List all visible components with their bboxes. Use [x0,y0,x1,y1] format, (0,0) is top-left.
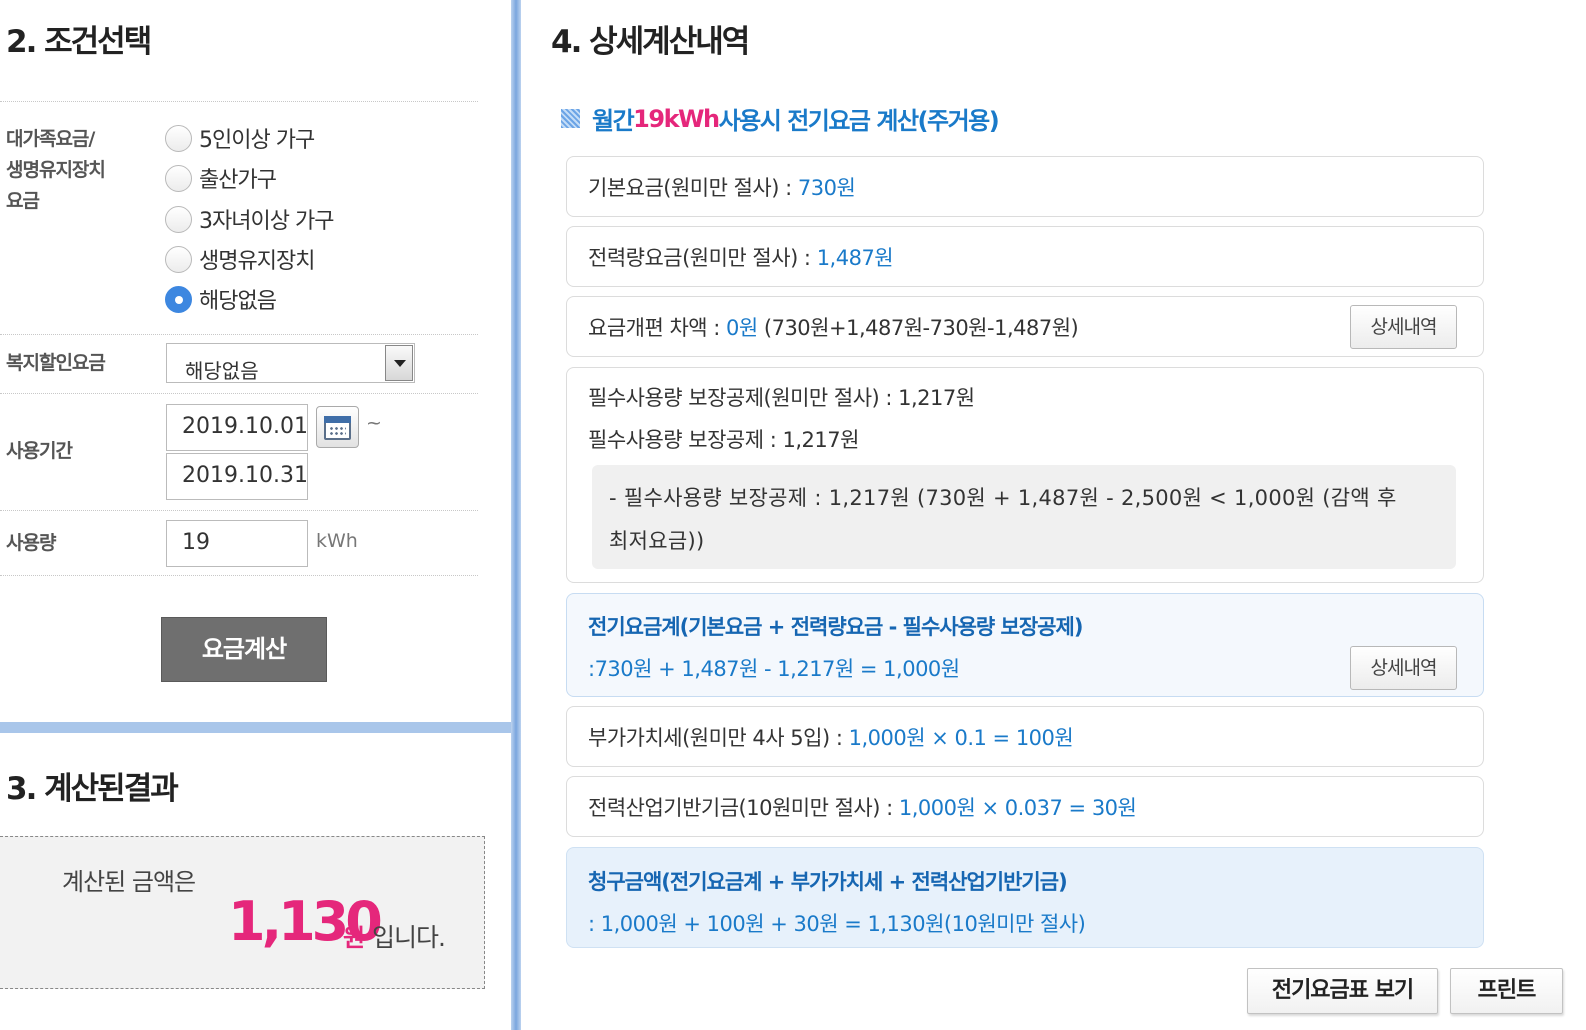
radio-option-5plus[interactable]: 5인이상 가구 [165,121,315,155]
usage-input[interactable]: 19 [166,520,308,567]
vat-value: 1,000원 × 0.1 = 100원 [848,726,1074,750]
guarantee-line2: 필수사용량 보장공제 : 1,217원 [588,428,859,452]
base-fee-text: 기본요금(원미만 절사) : 730원 [588,172,856,202]
total-line1: 전기요금계(기본요금 + 전력량요금 - 필수사용량 보장공제) [588,615,1083,639]
print-button[interactable]: 프린트 [1450,968,1563,1014]
bill-line2: : 1,000원 + 100원 + 30원 = 1,130원(10원미만 절사) [588,912,1086,936]
section-divider-bar [0,722,517,733]
divider [0,101,478,102]
left-panel: 2. 조건선택 대가족요금/ 생명유지장치 요금 5인이상 가구 출산가구 3자… [0,0,517,1030]
guarantee-detail-line2: 최저요금)) [609,529,705,553]
period-separator: ~ [366,412,382,434]
calendar-icon[interactable] [316,406,359,448]
radio-button[interactable] [165,245,192,273]
total-detail-button[interactable]: 상세내역 [1350,646,1457,690]
radio-option-life-support[interactable]: 생명유지장치 [165,242,315,276]
detail-subtitle: 월간 19kWh 사용시 전기요금 계산(주거용) [561,101,1000,136]
card-guarantee: 필수사용량 보장공제(원미만 절사) : 1,217원 필수사용량 보장공제 :… [566,367,1484,583]
radio-button[interactable] [165,164,192,192]
divider [0,393,478,394]
radio-label: 해당없음 [199,289,277,314]
guarantee-detail-box: - 필수사용량 보장공제 : 1,217원 (730원 + 1,487원 - 2… [592,465,1456,569]
period-end-input[interactable]: 2019.10.31 [166,453,308,500]
card-bill: 청구금액(전기요금계 + 부가가치세 + 전력산업기반기금) : 1,000원 … [566,847,1484,948]
radio-option-3children[interactable]: 3자녀이상 가구 [165,202,334,236]
family-label-line3: 요금 [6,190,40,212]
radio-label: 출산가구 [199,168,277,193]
usage-unit: kWh [316,530,358,552]
guarantee-line1: 필수사용량 보장공제(원미만 절사) : 1,217원 [588,386,975,410]
section-title-result: 3. 계산된결과 [6,771,179,807]
result-unit: 원 [343,924,366,952]
card-total: 전기요금계(기본요금 + 전력량요금 - 필수사용량 보장공제) :730원 +… [566,593,1484,697]
fund-text: 전력산업기반기금(10원미만 절사) : 1,000원 × 0.037 = 30… [588,792,1137,822]
energy-fee-text: 전력량요금(원미만 절사) : 1,487원 [588,242,894,272]
rate-table-button[interactable]: 전기요금표 보기 [1247,968,1438,1014]
reform-detail-button[interactable]: 상세내역 [1350,305,1457,349]
card-energy-fee: 전력량요금(원미만 절사) : 1,487원 [566,226,1484,287]
vat-text: 부가가치세(원미만 4사 5입) : 1,000원 × 0.1 = 100원 [588,722,1074,752]
radio-label: 생명유지장치 [199,249,315,274]
card-base-fee: 기본요금(원미만 절사) : 730원 [566,156,1484,217]
card-reform-diff: 요금개편 차액 : 0원 (730원+1,487원-730원-1,487원) 상… [566,296,1484,357]
base-fee-label: 기본요금(원미만 절사) : [588,176,798,200]
vat-label: 부가가치세(원미만 4사 5입) : [588,726,849,750]
radio-label: 3자녀이상 가구 [199,209,334,234]
total-line2: :730원 + 1,487원 - 1,217원 = 1,000원 [588,657,960,681]
radio-button[interactable] [165,124,192,152]
energy-fee-label: 전력량요금(원미만 절사) : [588,246,817,270]
radio-option-birth[interactable]: 출산가구 [165,161,277,195]
subtitle-post: 사용시 전기요금 계산(주거용) [718,107,1000,135]
vertical-divider-bar [511,0,521,1030]
usage-label: 사용량 [6,532,56,554]
reform-diff-formula: (730원+1,487원-730원-1,487원) [757,316,1079,340]
family-label-line1: 대가족요금/ [6,128,95,150]
radio-button-selected[interactable] [165,285,192,313]
period-label: 사용기간 [6,440,73,462]
radio-option-none[interactable]: 해당없음 [165,282,277,316]
card-vat: 부가가치세(원미만 4사 5입) : 1,000원 × 0.1 = 100원 [566,706,1484,767]
result-suffix: 입니다. [372,923,446,952]
energy-fee-value: 1,487원 [816,246,894,270]
fund-label: 전력산업기반기금(10원미만 절사) : [588,796,899,820]
welfare-select-value: 해당없음 [185,359,259,383]
divider [0,334,478,335]
welfare-select[interactable]: 해당없음 [166,343,415,383]
reform-diff-value: 0원 [726,316,758,340]
bullet-square-icon [561,109,580,128]
period-start-input[interactable]: 2019.10.01 [166,404,308,451]
subtitle-usage: 19kWh [633,104,720,133]
family-label-line2: 생명유지장치 [6,159,106,181]
radio-button[interactable] [165,205,192,233]
card-fund: 전력산업기반기금(10원미만 절사) : 1,000원 × 0.037 = 30… [566,776,1484,837]
radio-label: 5인이상 가구 [199,128,315,153]
bill-line1: 청구금액(전기요금계 + 부가가치세 + 전력산업기반기금) [588,870,1068,894]
reform-diff-text: 요금개편 차액 : 0원 (730원+1,487원-730원-1,487원) [588,312,1079,342]
reform-diff-label: 요금개편 차액 : [588,316,727,340]
base-fee-value: 730원 [797,176,856,200]
guarantee-detail-line1: - 필수사용량 보장공제 : 1,217원 (730원 + 1,487원 - 2… [609,486,1397,510]
chevron-down-icon[interactable] [385,345,413,381]
subtitle-pre: 월간 [592,107,635,135]
calculate-button[interactable]: 요금계산 [161,617,327,682]
result-prefix: 계산된 금액은 [62,868,196,896]
divider [0,510,478,511]
section-title-conditions: 2. 조건선택 [6,24,152,60]
divider [0,575,478,576]
section-title-detail: 4. 상세계산내역 [551,24,750,60]
welfare-label: 복지할인요금 [6,352,106,374]
fund-value: 1,000원 × 0.037 = 30원 [898,796,1137,820]
